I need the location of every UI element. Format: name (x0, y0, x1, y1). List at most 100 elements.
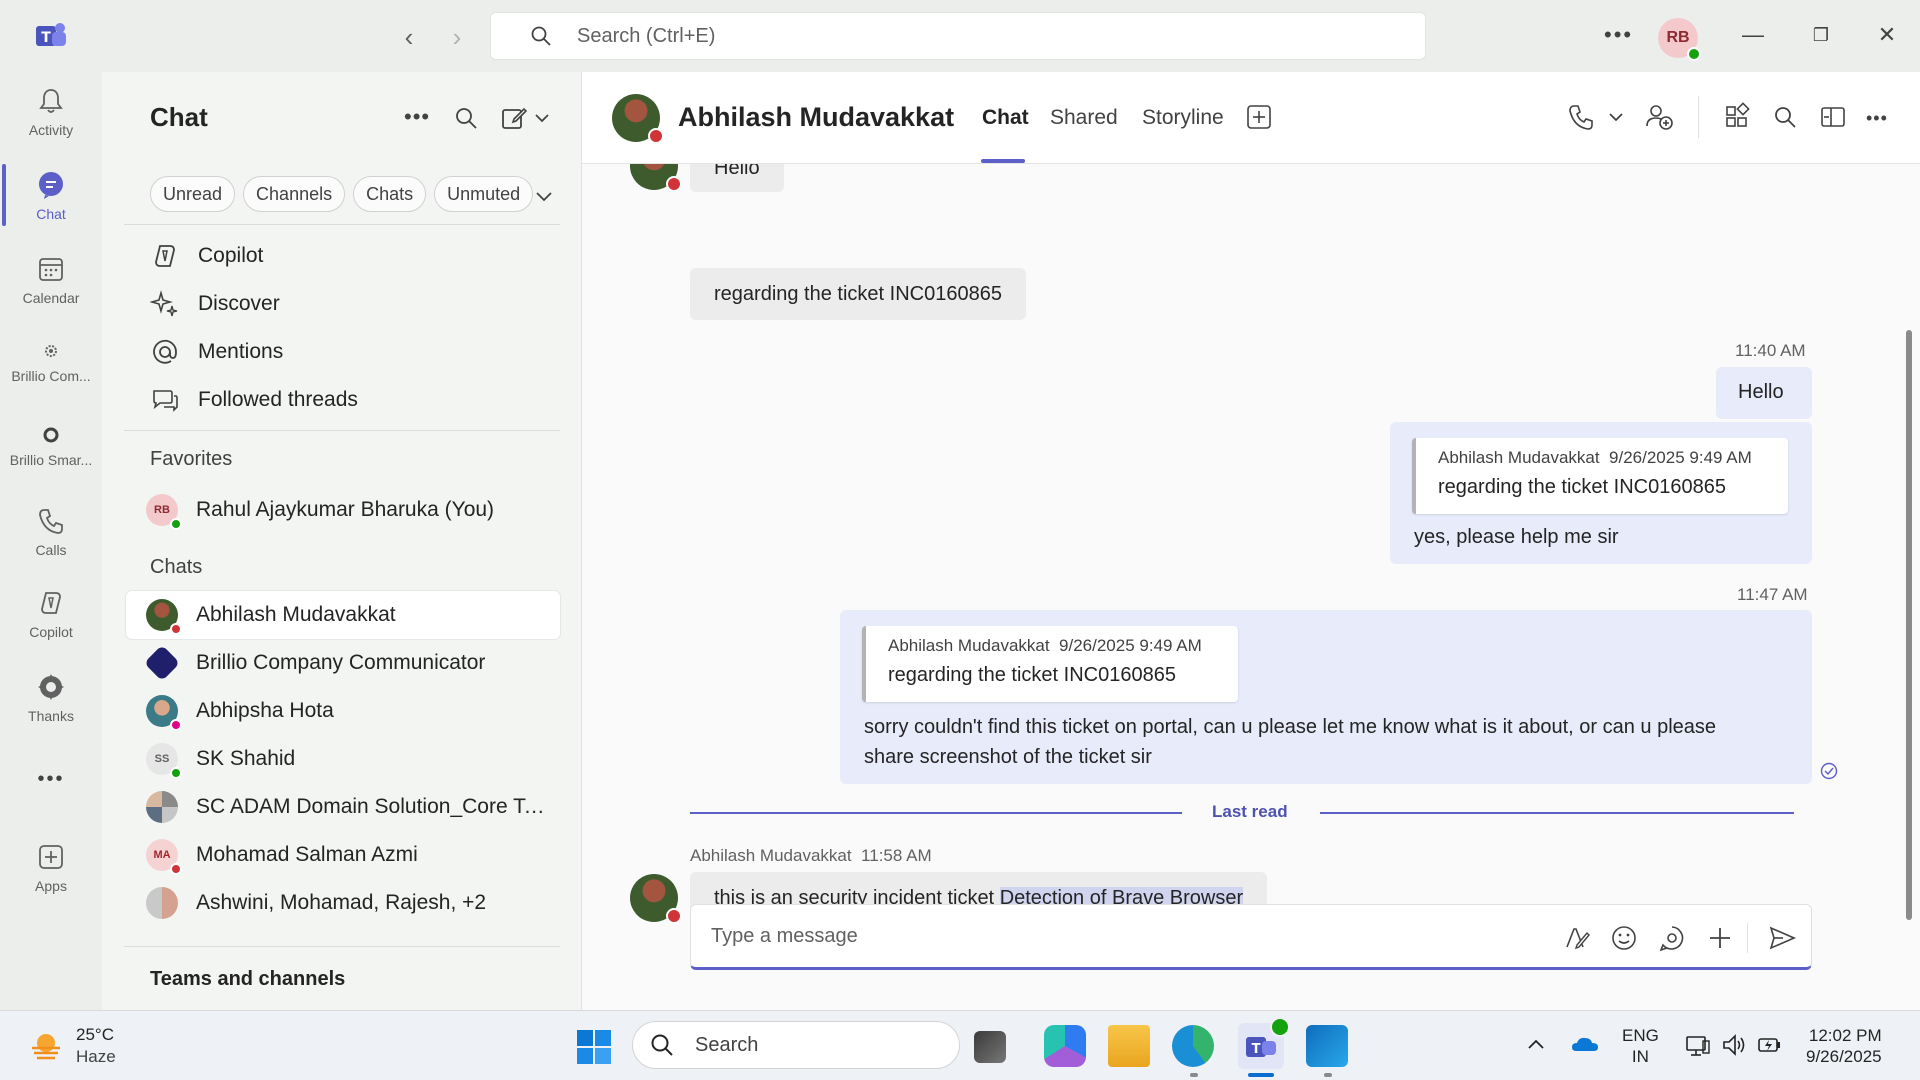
onedrive-icon[interactable] (1570, 1031, 1600, 1059)
phone-icon (39, 509, 63, 534)
chevron-up-icon[interactable] (1524, 1033, 1548, 1057)
outlook-app-icon[interactable] (1306, 1025, 1348, 1067)
user-avatar[interactable]: RB (1658, 18, 1701, 61)
presence-busy-icon (170, 863, 182, 875)
divider (124, 430, 560, 431)
chat-icon (39, 172, 63, 199)
search-icon[interactable] (1770, 102, 1800, 132)
teams-and-channels-heading[interactable]: Teams and channels (150, 968, 345, 991)
filter-unmuted[interactable]: Unmuted (434, 176, 534, 212)
close-icon[interactable]: ✕ (1872, 20, 1902, 50)
rail-copilot[interactable]: Copilot (0, 588, 102, 640)
quoted-message[interactable]: Abhilash Mudavakkat 9/26/2025 9:49 AM re… (862, 626, 1238, 702)
more-options-icon[interactable]: ••• (404, 104, 432, 132)
rail-thanks[interactable]: Thanks (0, 672, 102, 724)
chat-row[interactable]: Abhipsha Hota (126, 687, 560, 735)
search-icon[interactable] (452, 104, 480, 132)
nav-copilot[interactable]: Copilot (150, 236, 263, 276)
rail-chat[interactable]: Chat (0, 170, 102, 222)
battery-charging-icon[interactable] (1756, 1031, 1784, 1059)
task-view-icon[interactable] (974, 1031, 1006, 1063)
message-outgoing[interactable]: Abhilash Mudavakkat 9/26/2025 9:49 AM re… (840, 610, 1812, 784)
rail-label: Chat (36, 206, 66, 222)
rail-apps[interactable]: Apps (0, 842, 102, 894)
teams-logo-icon[interactable]: T (34, 18, 68, 52)
emoji-icon[interactable] (1609, 923, 1639, 953)
presence-available-icon (170, 767, 182, 779)
chat-row[interactable]: Ashwini, Mohamad, Rajesh, +2 (126, 879, 560, 927)
chat-row[interactable]: SC ADAM Domain Solution_Core Tea... (126, 783, 560, 831)
send-icon[interactable] (1767, 923, 1797, 953)
teams-app-icon[interactable]: T (1238, 1017, 1290, 1069)
volume-icon[interactable] (1720, 1031, 1748, 1059)
quoted-message[interactable]: Abhilash Mudavakkat 9/26/2025 9:49 AM re… (1412, 438, 1788, 514)
presence-busy-icon (666, 908, 682, 924)
rail-brillio-smart[interactable]: Brillio Smar... (0, 424, 102, 468)
rail-brillio-com[interactable]: Brillio Com... (0, 340, 102, 384)
m365-app-icon[interactable] (1044, 1025, 1086, 1067)
language-indicator[interactable]: ENG IN (1622, 1025, 1659, 1067)
message-incoming[interactable]: regarding the ticket INC0160865 (690, 268, 1026, 320)
tab-shared[interactable]: Shared (1050, 106, 1118, 130)
weather-temperature[interactable]: 25°C (76, 1025, 114, 1045)
edge-browser-icon[interactable] (1172, 1025, 1214, 1067)
network-icon[interactable] (1684, 1031, 1712, 1059)
message-outgoing[interactable]: Abhilash Mudavakkat 9/26/2025 9:49 AM re… (1390, 422, 1812, 564)
windows-start-icon[interactable] (576, 1029, 612, 1065)
chat-row[interactable]: Brillio Company Communicator (126, 639, 560, 687)
add-icon[interactable] (1705, 923, 1735, 953)
back-arrow-icon[interactable]: ‹ (394, 22, 424, 52)
message-incoming[interactable]: Hello (690, 164, 784, 192)
rail-activity[interactable]: Activity (0, 86, 102, 138)
system-clock[interactable]: 12:02 PM 9/26/2025 (1806, 1025, 1882, 1067)
search-bar[interactable]: Search (Ctrl+E) (490, 12, 1426, 60)
message-outgoing[interactable]: Hello (1716, 367, 1812, 419)
apps-icon[interactable] (1722, 102, 1752, 132)
add-people-icon[interactable] (1644, 102, 1674, 132)
format-icon[interactable] (1561, 923, 1591, 953)
contact-name[interactable]: Abhilash Mudavakkat (678, 102, 954, 133)
new-chat-icon[interactable] (500, 104, 528, 132)
phone-icon[interactable] (1566, 102, 1596, 132)
contact-avatar[interactable] (612, 94, 664, 144)
side-panel-icon[interactable] (1818, 102, 1848, 132)
nav-label: Copilot (198, 244, 264, 267)
loop-icon[interactable] (1657, 923, 1687, 953)
nav-mentions[interactable]: Mentions (150, 332, 283, 372)
more-options-icon[interactable]: ••• (1866, 108, 1896, 138)
filter-chats[interactable]: Chats (353, 176, 427, 212)
file-explorer-icon[interactable] (1108, 1025, 1150, 1067)
nav-label: Discover (198, 292, 280, 315)
tab-chat[interactable]: Chat (982, 106, 1029, 130)
nav-discover[interactable]: Discover (150, 284, 280, 324)
chevron-down-icon[interactable] (532, 184, 556, 208)
filter-channels[interactable]: Channels (243, 176, 346, 212)
rail-more-icon[interactable]: ••• (0, 768, 102, 791)
compose-box[interactable]: Type a message (690, 904, 1812, 970)
more-options-icon[interactable]: ••• (1604, 22, 1633, 48)
nav-label: Mentions (198, 340, 284, 363)
minimize-icon[interactable]: — (1738, 20, 1768, 50)
filter-unread[interactable]: Unread (150, 176, 236, 212)
chat-row[interactable]: SS SK Shahid (126, 735, 560, 783)
forward-arrow-icon[interactable]: › (442, 22, 472, 52)
group-avatar (146, 791, 178, 823)
favorite-row[interactable]: RB Rahul Ajaykumar Bharuka (You) (126, 486, 560, 534)
tab-storyline[interactable]: Storyline (1142, 106, 1224, 130)
restore-icon[interactable]: ❐ (1806, 20, 1836, 50)
weather-description[interactable]: Haze (76, 1047, 116, 1067)
nav-followed-threads[interactable]: Followed threads (150, 380, 358, 420)
taskbar-search[interactable]: Search (632, 1021, 960, 1069)
add-tab-icon[interactable] (1246, 104, 1272, 130)
active-indicator (1248, 1073, 1274, 1077)
scrollbar[interactable] (1906, 330, 1912, 920)
haze-weather-icon[interactable] (28, 1031, 64, 1061)
chevron-down-icon[interactable] (1606, 102, 1626, 132)
rail-calendar[interactable]: Calendar (0, 254, 102, 306)
chat-row[interactable]: Abhilash Mudavakkat (126, 591, 560, 639)
chevron-down-icon[interactable] (532, 104, 552, 132)
last-read-line (690, 812, 1182, 814)
rail-calls[interactable]: Calls (0, 506, 102, 558)
title-bar: T ‹ › Search (Ctrl+E) ••• RB — ❐ ✕ (0, 0, 1920, 72)
chat-row[interactable]: MA Mohamad Salman Azmi (126, 831, 560, 879)
